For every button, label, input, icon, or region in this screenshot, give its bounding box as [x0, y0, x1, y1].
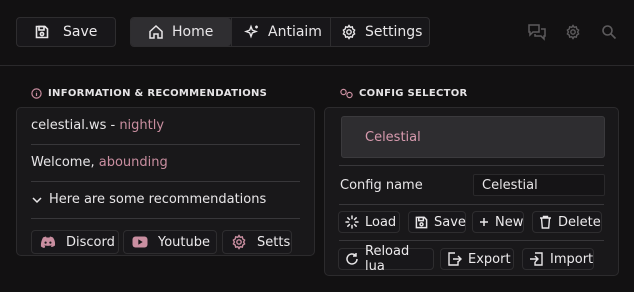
main-tabs: Home Antiaim Settings — [130, 17, 430, 47]
home-icon — [148, 24, 164, 40]
config-name-input[interactable] — [473, 174, 605, 196]
divider — [339, 165, 604, 166]
reload-lua-button[interactable]: Reload lua — [338, 244, 434, 274]
config-list-item-label: Celestial — [365, 129, 421, 145]
save-button-label: Save — [63, 24, 98, 40]
tab-settings-label: Settings — [365, 24, 423, 40]
youtube-label: Youtube — [158, 234, 210, 250]
import-label: Import — [550, 251, 594, 267]
discord-icon — [40, 236, 56, 248]
divider — [31, 181, 300, 182]
gear-icon — [231, 234, 247, 250]
gear-icon[interactable] — [562, 22, 584, 42]
import-icon — [529, 252, 544, 266]
info-icon — [31, 88, 42, 99]
tab-home[interactable]: Home — [131, 18, 231, 46]
config-panel: Celestial Config name Load Save New Dele… — [324, 107, 619, 276]
config-section-title: CONFIG SELECTOR — [340, 88, 468, 99]
new-config-label: New — [495, 214, 524, 230]
top-right-icons — [526, 22, 620, 42]
brand-text: celestial.ws - — [31, 118, 120, 133]
tab-antiaim[interactable]: Antiaim — [231, 18, 330, 46]
floppy-disk-icon — [35, 25, 49, 39]
discord-button[interactable]: Discord — [31, 230, 119, 254]
info-section-title: INFORMATION & RECOMMENDATIONS — [31, 88, 267, 99]
divider — [31, 218, 300, 219]
youtube-icon — [132, 236, 148, 248]
link-icon — [340, 88, 353, 99]
tab-home-label: Home — [172, 24, 214, 40]
gear-icon — [341, 24, 357, 40]
delete-config-label: Delete — [558, 214, 601, 230]
delete-config-button[interactable]: Delete — [532, 211, 602, 233]
setts-button[interactable]: Setts — [222, 230, 292, 254]
search-icon[interactable] — [598, 22, 620, 42]
tab-settings[interactable]: Settings — [330, 18, 429, 46]
youtube-button[interactable]: Youtube — [123, 230, 217, 254]
welcome-text: Welcome, — [31, 155, 99, 170]
spinner-icon — [345, 215, 359, 229]
config-name-label: Config name — [340, 178, 423, 193]
config-title-text: CONFIG SELECTOR — [359, 88, 468, 99]
info-title-text: INFORMATION & RECOMMENDATIONS — [48, 88, 268, 99]
load-button[interactable]: Load — [338, 211, 400, 233]
divider — [31, 144, 300, 145]
save-config-label: Save — [434, 214, 466, 230]
trash-icon — [539, 215, 552, 229]
setts-label: Setts — [257, 234, 291, 250]
config-list-item[interactable]: Celestial — [341, 116, 605, 158]
save-config-button[interactable]: Save — [408, 211, 466, 233]
recommendations-label: Here are some recommendations — [49, 192, 267, 207]
new-config-button[interactable]: New — [472, 211, 524, 233]
load-label: Load — [365, 214, 397, 230]
floppy-disk-icon — [415, 216, 428, 229]
export-icon — [447, 252, 462, 266]
sparkle-icon — [244, 24, 260, 40]
reload-lua-label: Reload lua — [365, 244, 410, 274]
divider — [339, 240, 604, 241]
refresh-icon — [345, 252, 359, 266]
discord-label: Discord — [66, 234, 115, 250]
recommendations-toggle[interactable]: Here are some recommendations — [31, 192, 300, 207]
username: abounding — [98, 155, 168, 170]
chevron-down-icon — [31, 194, 43, 206]
tab-antiaim-label: Antiaim — [268, 24, 322, 40]
plus-icon — [479, 217, 489, 227]
info-panel: celestial.ws - nightly Welcome, aboundin… — [16, 107, 315, 256]
export-label: Export — [468, 251, 511, 267]
save-button[interactable]: Save — [16, 17, 116, 47]
export-button[interactable]: Export — [440, 248, 514, 270]
chat-icon[interactable] — [526, 22, 548, 42]
build-badge: nightly — [119, 118, 165, 133]
welcome-line: Welcome, abounding — [31, 155, 300, 170]
divider — [339, 204, 604, 205]
brand-line: celestial.ws - nightly — [31, 118, 300, 133]
top-bar: Save Home Antiaim Settings — [0, 0, 634, 66]
import-button[interactable]: Import — [522, 248, 594, 270]
